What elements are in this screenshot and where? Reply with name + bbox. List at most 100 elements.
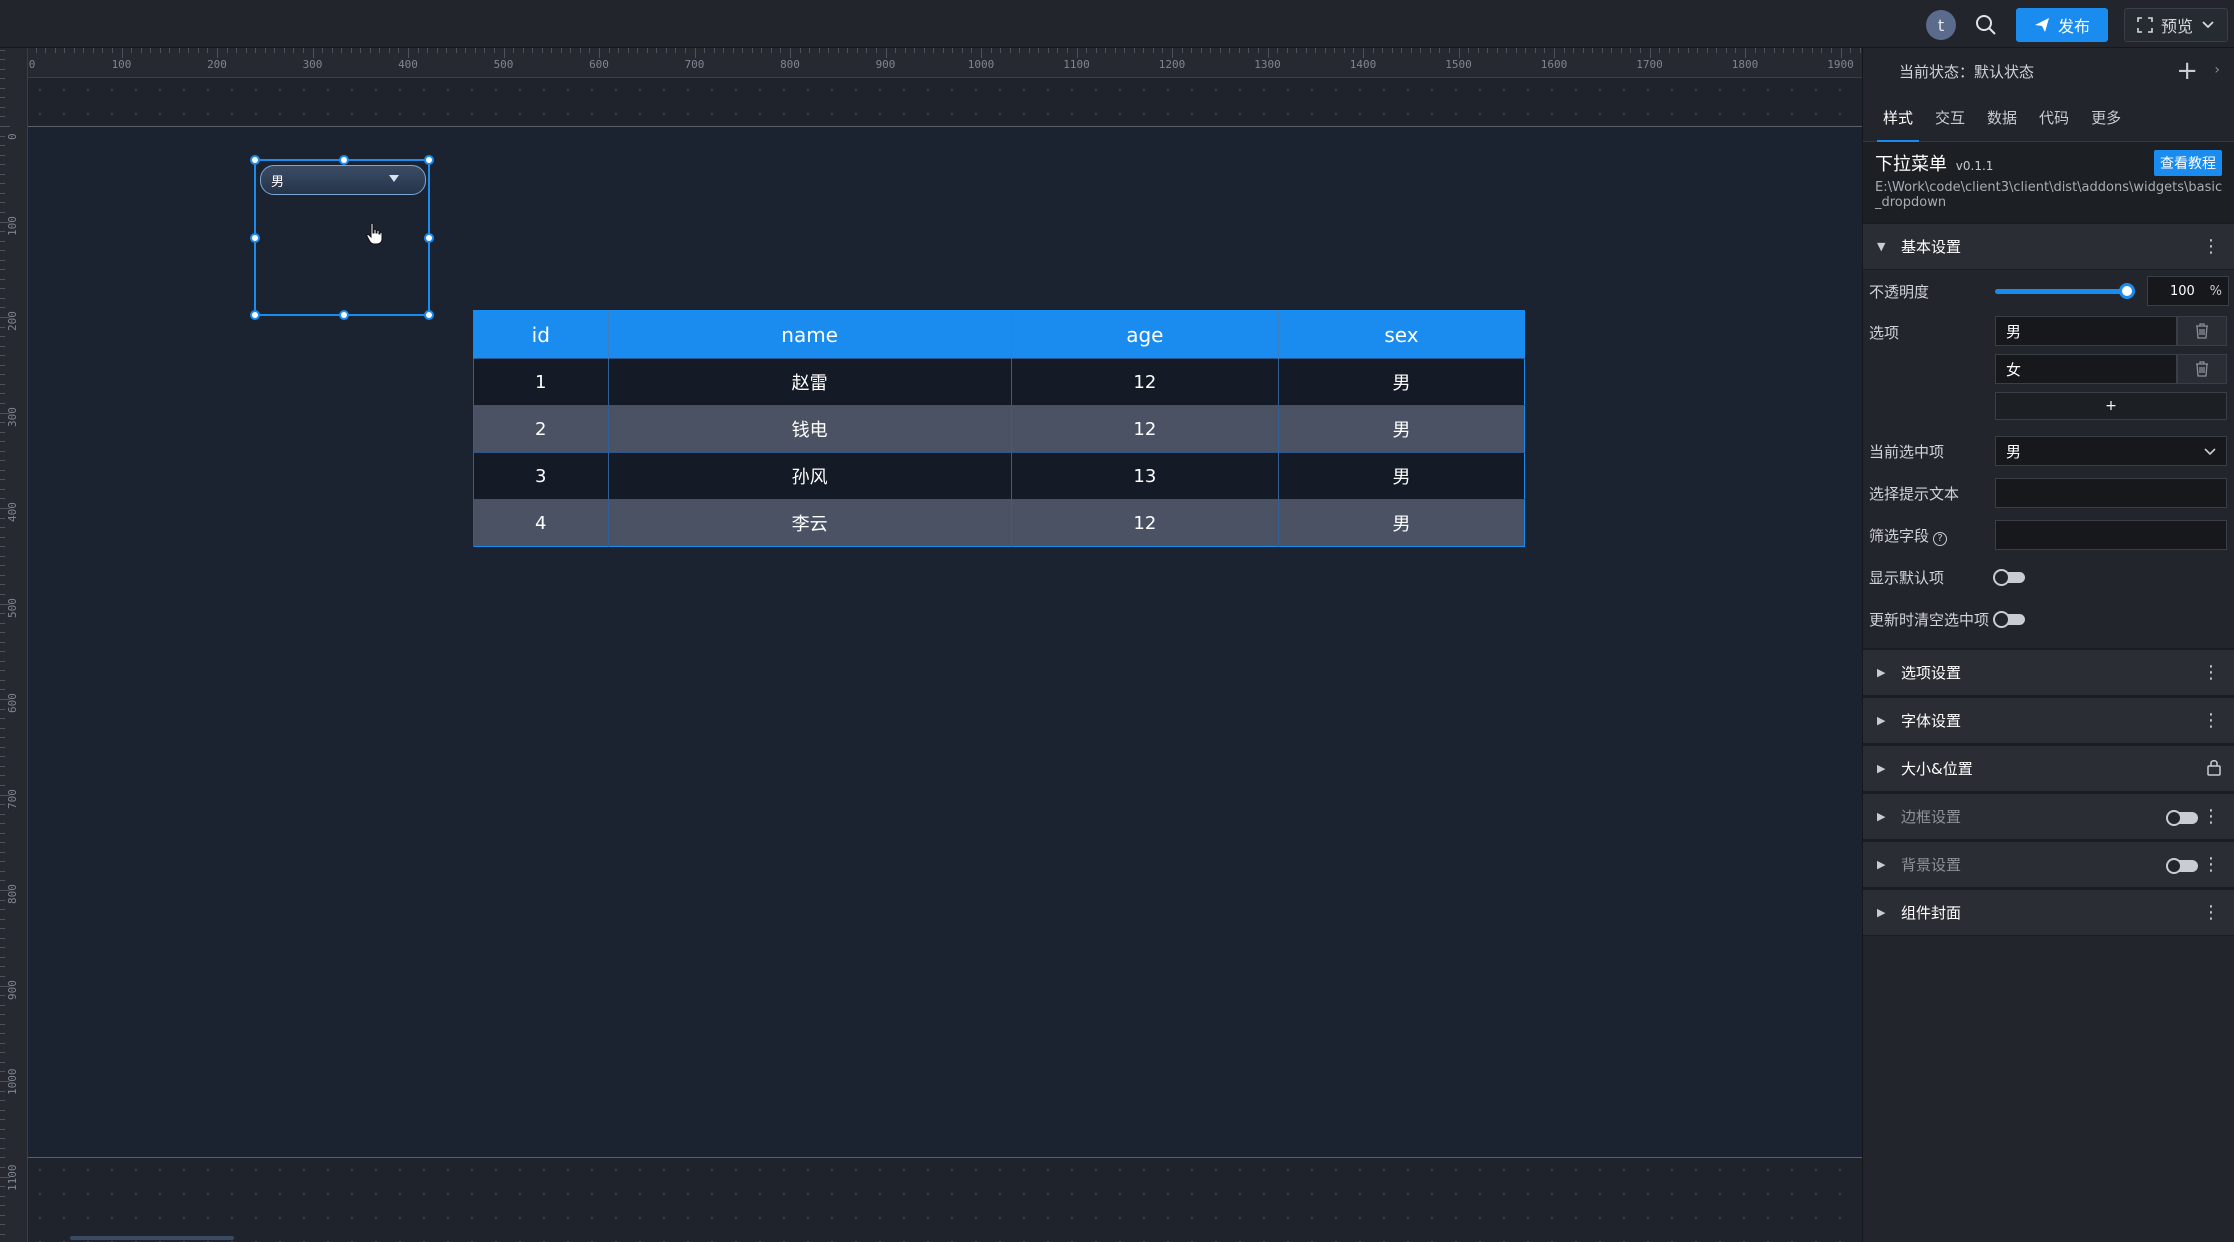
- help-icon[interactable]: ?: [1933, 531, 1948, 546]
- more-vertical-icon[interactable]: ⋮: [2202, 808, 2220, 826]
- chevron-down-icon: [2202, 21, 2214, 29]
- section-border-settings[interactable]: ▶ 边框设置 ⋮: [1863, 792, 2234, 840]
- ruler-tick: [0, 59, 5, 61]
- ruler-tick: [704, 48, 706, 53]
- ruler-tick: [0, 956, 5, 958]
- option-input-1[interactable]: 男: [1995, 316, 2177, 346]
- ruler-tick: [1124, 48, 1126, 53]
- more-vertical-icon[interactable]: ⋮: [2202, 904, 2220, 922]
- resize-handle-w[interactable]: [250, 233, 260, 243]
- clear-on-update-toggle[interactable]: [1993, 611, 2025, 628]
- section-size-position[interactable]: ▶ 大小&位置: [1863, 744, 2234, 792]
- ruler-tick: [875, 48, 877, 53]
- user-avatar[interactable]: t: [1925, 10, 1956, 40]
- ruler-tick: [0, 823, 5, 825]
- add-state-icon[interactable]: +: [2176, 56, 2198, 86]
- table-cell: 男: [1277, 358, 1525, 406]
- ruler-tick: [551, 48, 553, 53]
- ruler-tick: [1850, 48, 1852, 53]
- more-vertical-icon[interactable]: ⋮: [2202, 712, 2220, 730]
- ruler-tick: [436, 48, 438, 53]
- ruler-tick: [0, 689, 5, 691]
- ruler-tick: [1257, 48, 1259, 53]
- border-toggle[interactable]: [2166, 810, 2198, 826]
- ruler-label: 1600: [1540, 58, 1568, 71]
- column-header: id: [473, 310, 609, 359]
- table-cell: 4: [473, 499, 609, 547]
- ruler-tick: [0, 116, 5, 118]
- opacity-input[interactable]: 100 %: [2147, 276, 2229, 306]
- ruler-tick: [1019, 48, 1021, 53]
- resize-handle-n[interactable]: [339, 155, 349, 165]
- section-background-settings[interactable]: ▶ 背景设置 ⋮: [1863, 840, 2234, 888]
- panel-tabs: 样式 交互 数据 代码 更多: [1863, 94, 2234, 142]
- section-options-settings[interactable]: ▶ 选项设置 ⋮: [1863, 648, 2234, 696]
- canvas-area[interactable]: 0 100 200 300 400 500 600 700 800 900 1000 1100 1200…: [0, 48, 1862, 1242]
- ruler-tick: [828, 48, 830, 53]
- ruler-tick: [379, 48, 381, 53]
- component-name: 下拉菜单: [1875, 154, 1947, 175]
- ruler-tick: [0, 622, 5, 624]
- fullscreen-icon: [2137, 17, 2153, 33]
- dropdown-widget[interactable]: 男: [260, 165, 426, 195]
- ruler-tick: [0, 135, 5, 137]
- ruler-tick: [1687, 48, 1689, 53]
- more-vertical-icon[interactable]: ⋮: [2202, 664, 2220, 682]
- chevron-down-icon: [2204, 448, 2216, 456]
- tab-data[interactable]: 数据: [1987, 94, 2017, 142]
- trash-icon[interactable]: [2177, 354, 2227, 384]
- background-toggle[interactable]: [2166, 858, 2198, 874]
- search-icon[interactable]: [1972, 11, 2000, 39]
- view-tutorial-button[interactable]: 查看教程: [2154, 150, 2222, 176]
- opacity-slider-knob[interactable]: [2119, 283, 2135, 299]
- ruler-tick: [961, 48, 963, 53]
- component-path: E:\Work\code\client3\client\dist\addons\…: [1875, 180, 2223, 210]
- filter-field-input[interactable]: [1995, 520, 2227, 550]
- ruler-tick: [0, 536, 5, 538]
- ruler-tick: [0, 975, 5, 977]
- resize-handle-ne[interactable]: [424, 155, 434, 165]
- tab-interaction[interactable]: 交互: [1935, 94, 1965, 142]
- state-row: 当前状态：默认状态 + ›: [1863, 48, 2234, 94]
- ruler-tick: [0, 775, 5, 777]
- horizontal-scrollbar[interactable]: [70, 1236, 234, 1240]
- add-option-button[interactable]: +: [1995, 392, 2227, 420]
- tab-more[interactable]: 更多: [2091, 94, 2121, 142]
- data-table: id name age sex 1 赵雷 12 男 2 钱电 12 男 3 孙风: [473, 310, 1525, 547]
- caret-right-icon: ▶: [1877, 906, 1886, 919]
- trash-icon[interactable]: [2177, 316, 2227, 346]
- more-vertical-icon[interactable]: ⋮: [2202, 856, 2220, 874]
- ruler-tick: [1219, 48, 1221, 53]
- more-vertical-icon[interactable]: ⋮: [2202, 238, 2220, 256]
- ruler-tick: [742, 48, 744, 53]
- opacity-slider[interactable]: [1995, 283, 2135, 299]
- section-component-cover[interactable]: ▶ 组件封面 ⋮: [1863, 888, 2234, 936]
- publish-button[interactable]: 发布: [2015, 8, 2108, 42]
- ruler-tick: [408, 48, 409, 58]
- section-font-settings[interactable]: ▶ 字体设置 ⋮: [1863, 696, 2234, 744]
- lock-icon[interactable]: [2206, 758, 2222, 780]
- ruler-tick: [102, 48, 104, 53]
- ruler-tick: [981, 48, 982, 58]
- ruler-tick: [0, 374, 5, 376]
- tab-style[interactable]: 样式: [1876, 94, 1920, 142]
- option-input-2[interactable]: 女: [1995, 354, 2177, 384]
- ruler-tick: [0, 527, 5, 529]
- ruler-tick: [1038, 48, 1040, 53]
- dropdown-widget-selection[interactable]: 男: [250, 155, 434, 320]
- properties-panel: 当前状态：默认状态 + › 样式 交互 数据 代码 更多 下拉菜单 v0.1.1…: [1862, 48, 2234, 1242]
- ruler-tick: [1181, 48, 1183, 53]
- resize-handle-sw[interactable]: [250, 310, 260, 320]
- placeholder-input[interactable]: [1995, 478, 2227, 508]
- preview-button[interactable]: 预览: [2123, 8, 2228, 42]
- tab-code[interactable]: 代码: [2039, 94, 2069, 142]
- show-default-toggle[interactable]: [1993, 569, 2025, 586]
- current-selection-select[interactable]: 男: [1995, 436, 2227, 466]
- resize-handle-e[interactable]: [424, 233, 434, 243]
- resize-handle-se[interactable]: [424, 310, 434, 320]
- ruler-tick: [0, 469, 5, 471]
- chevron-right-icon[interactable]: ›: [2214, 62, 2220, 78]
- section-basic-settings[interactable]: ▼ 基本设置 ⋮: [1863, 222, 2234, 270]
- resize-handle-nw[interactable]: [250, 155, 260, 165]
- resize-handle-s[interactable]: [339, 310, 349, 320]
